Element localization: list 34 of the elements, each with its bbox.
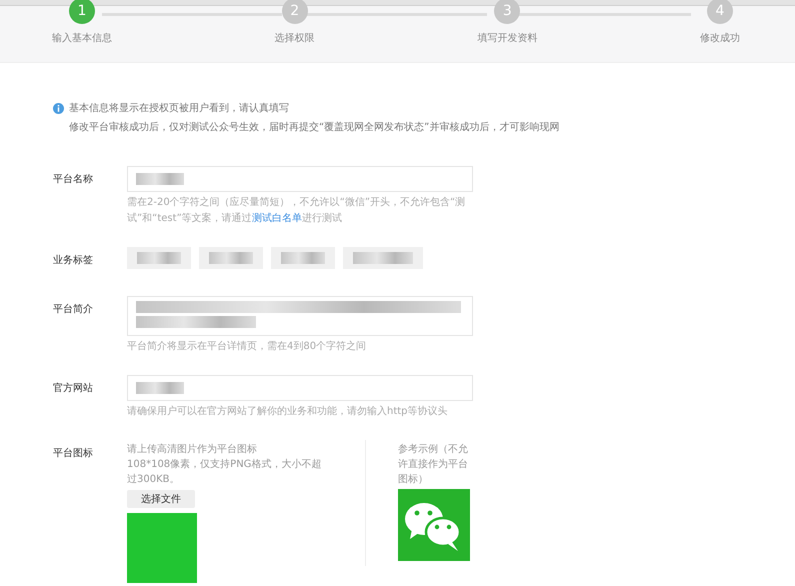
upload-hint: 请上传高清图片作为平台图标 — [127, 442, 258, 457]
uploaded-image-placeholder — [127, 513, 197, 583]
field-hint: 需在2-20个字符之间（应尽量简短），不允许以“微信”开头，不允许包含“测试”和“test”等文案，请通过测试白名单进行测试 — [127, 196, 466, 226]
step-label: 输入基本信息 — [52, 32, 112, 45]
field-label: 业务标签 — [53, 254, 94, 268]
notice-text: 基本信息将显示在授权页被用户看到，请认真填写 — [69, 102, 289, 115]
blurred-text — [136, 173, 184, 185]
blurred-text — [353, 252, 413, 264]
example-note: 参考示例（不允许直接作为平台图标） — [398, 442, 469, 487]
step-number: 1 — [69, 0, 95, 24]
text-area[interactable] — [127, 296, 473, 336]
blurred-text — [137, 252, 181, 264]
blurred-text — [136, 382, 184, 394]
step-number: 2 — [282, 0, 308, 24]
field-hint: 请确保用户可以在官方网站了解你的业务和功能，请勿输入http等协议头 — [127, 404, 449, 419]
field-label: 平台简介 — [53, 302, 94, 317]
field-label: 平台名称 — [53, 172, 94, 187]
info-icon — [53, 102, 64, 114]
field-label: 官方网站 — [53, 382, 94, 396]
step-number: 4 — [706, 0, 733, 24]
step-label: 选择权限 — [274, 32, 315, 45]
step-label: 修改成功 — [700, 32, 740, 45]
blurred-text — [281, 252, 325, 264]
step-number: 3 — [494, 0, 520, 24]
step-label: 填写开发资料 — [477, 32, 538, 45]
input-field[interactable] — [127, 375, 473, 401]
upload-hint: 108*108像素，仅支持PNG格式，大小不超过300KB。 — [127, 458, 322, 487]
input-field[interactable] — [127, 166, 473, 192]
notice-text: 修改平台审核成功后，仅对测试公众号生效，届时再提交“覆盖现网全网发布状态”并审核成功后，才可影响现网 — [69, 120, 560, 134]
chat-bubbles-icon — [398, 489, 470, 561]
field-hint: 平台简介将显示在平台详情页，需在4到80个字符之间 — [127, 340, 368, 354]
field-label: 平台图标 — [53, 446, 94, 461]
choose-file-button[interactable]: 选择文件 — [127, 490, 195, 508]
blurred-text — [209, 252, 253, 264]
